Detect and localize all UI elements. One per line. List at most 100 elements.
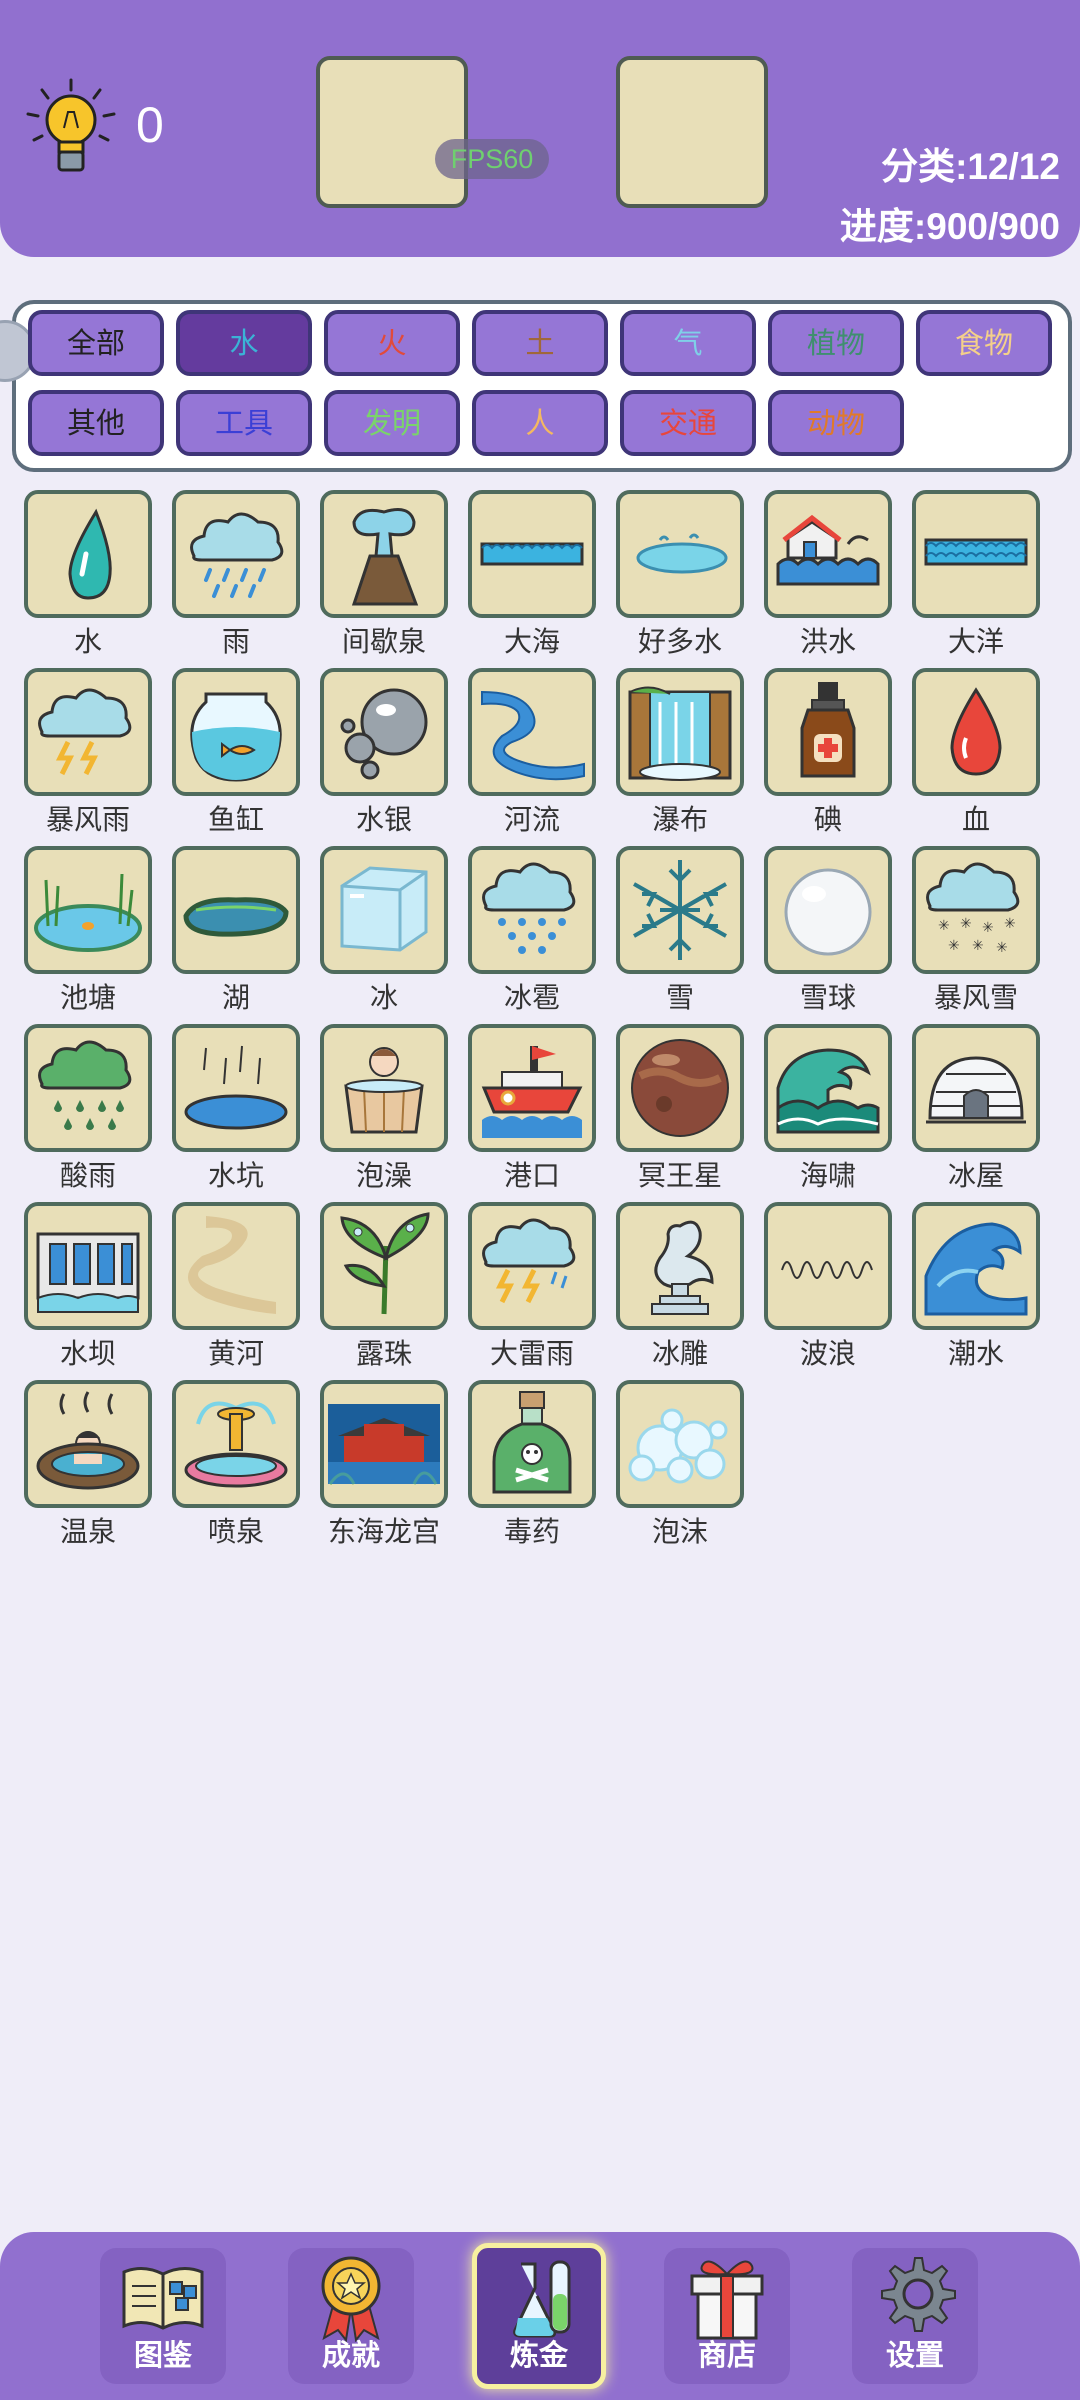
element-tile[interactable]: 好多水 bbox=[616, 490, 764, 668]
hot-spring-icon bbox=[24, 1380, 152, 1508]
element-tile[interactable]: 波浪 bbox=[764, 1202, 912, 1380]
element-label: 暴风雨 bbox=[45, 803, 130, 836]
element-tile[interactable]: 毒药 bbox=[468, 1380, 616, 1558]
element-tile[interactable]: 潮水 bbox=[912, 1202, 1060, 1380]
element-tile[interactable]: 瀑布 bbox=[616, 668, 764, 846]
element-label: 大雷雨 bbox=[489, 1337, 574, 1370]
element-tile[interactable]: 冰屋 bbox=[912, 1024, 1060, 1202]
nav-item-encyclopedia[interactable]: 图鉴 bbox=[100, 2248, 226, 2384]
svg-text:✳: ✳ bbox=[982, 920, 994, 936]
rain-cloud-icon bbox=[172, 490, 300, 618]
element-tile[interactable]: 海啸 bbox=[764, 1024, 912, 1202]
category-chip[interactable]: 动物 bbox=[768, 390, 904, 456]
element-tile[interactable]: 湖 bbox=[172, 846, 320, 1024]
foam-bubbles-icon bbox=[616, 1380, 744, 1508]
element-label: 湖 bbox=[221, 981, 250, 1014]
element-tile[interactable]: 洪水 bbox=[764, 490, 912, 668]
element-tile[interactable]: 大洋 bbox=[912, 490, 1060, 668]
element-tile[interactable]: 泡澡 bbox=[320, 1024, 468, 1202]
storm-icon bbox=[24, 668, 152, 796]
element-label: 黄河 bbox=[207, 1337, 264, 1370]
flask-icon bbox=[513, 2260, 571, 2338]
category-chip[interactable]: 交通 bbox=[620, 390, 756, 456]
category-chip[interactable]: 植物 bbox=[768, 310, 904, 376]
combine-slot-left[interactable] bbox=[316, 56, 468, 208]
element-tile[interactable]: 喷泉 bbox=[172, 1380, 320, 1558]
svg-text:✳: ✳ bbox=[972, 938, 984, 954]
puddle-icon bbox=[616, 490, 744, 618]
category-chip[interactable]: 气 bbox=[620, 310, 756, 376]
element-tile[interactable]: 露珠 bbox=[320, 1202, 468, 1380]
combine-slot-right[interactable] bbox=[616, 56, 768, 208]
category-chip[interactable]: 水 bbox=[176, 310, 312, 376]
element-tile[interactable]: 水银 bbox=[320, 668, 468, 846]
element-tile[interactable]: 冰雕 bbox=[616, 1202, 764, 1380]
pluto-icon bbox=[616, 1024, 744, 1152]
element-label: 波浪 bbox=[799, 1337, 856, 1370]
category-chip[interactable]: 其他 bbox=[28, 390, 164, 456]
element-tile[interactable]: 黄河 bbox=[172, 1202, 320, 1380]
element-label: 雪 bbox=[665, 981, 694, 1014]
element-tile[interactable]: 水坝 bbox=[24, 1202, 172, 1380]
element-label: 瀑布 bbox=[651, 803, 708, 836]
element-tile[interactable]: 雨 bbox=[172, 490, 320, 668]
nav-label: 设置 bbox=[885, 2338, 944, 2372]
element-label: 暴风雪 bbox=[933, 981, 1018, 1014]
element-tile[interactable]: 冥王星 bbox=[616, 1024, 764, 1202]
element-tile[interactable]: 港口 bbox=[468, 1024, 616, 1202]
blood-drop-icon bbox=[912, 668, 1040, 796]
element-tile[interactable]: 鱼缸 bbox=[172, 668, 320, 846]
element-label: 冥王星 bbox=[637, 1159, 722, 1192]
element-tile[interactable]: 水坑 bbox=[172, 1024, 320, 1202]
svg-text:✳: ✳ bbox=[996, 940, 1008, 956]
element-label: 大洋 bbox=[947, 625, 1004, 658]
ice-cube-icon bbox=[320, 846, 448, 974]
element-tile[interactable]: 雪 bbox=[616, 846, 764, 1024]
category-chip[interactable]: 土 bbox=[472, 310, 608, 376]
element-label: 血 bbox=[961, 803, 990, 836]
category-chip[interactable]: 全部 bbox=[28, 310, 164, 376]
dew-plant-icon bbox=[320, 1202, 448, 1330]
lake-icon bbox=[172, 846, 300, 974]
category-chip[interactable]: 工具 bbox=[176, 390, 312, 456]
element-tile[interactable]: 河流 bbox=[468, 668, 616, 846]
category-chip[interactable]: 食物 bbox=[916, 310, 1052, 376]
dragon-palace-icon bbox=[320, 1380, 448, 1508]
element-tile[interactable]: 大雷雨 bbox=[468, 1202, 616, 1380]
element-tile[interactable]: 泡沫 bbox=[616, 1380, 764, 1558]
element-label: 洪水 bbox=[799, 625, 856, 658]
category-chip[interactable]: 发明 bbox=[324, 390, 460, 456]
waterfall-icon bbox=[616, 668, 744, 796]
element-tile[interactable]: 暴风雨 bbox=[24, 668, 172, 846]
element-label: 潮水 bbox=[947, 1337, 1004, 1370]
tide-icon bbox=[912, 1202, 1040, 1330]
element-tile[interactable]: 血 bbox=[912, 668, 1060, 846]
category-chip[interactable]: 人 bbox=[472, 390, 608, 456]
nav-item-settings[interactable]: 设置 bbox=[852, 2248, 978, 2384]
element-tile[interactable]: 碘 bbox=[764, 668, 912, 846]
element-label: 港口 bbox=[503, 1159, 560, 1192]
thunderstorm-icon bbox=[468, 1202, 596, 1330]
element-tile[interactable]: 间歇泉 bbox=[320, 490, 468, 668]
nav-item-alchemy[interactable]: 炼金 bbox=[472, 2243, 606, 2389]
element-tile[interactable]: 水 bbox=[24, 490, 172, 668]
sea-icon bbox=[468, 490, 596, 618]
element-tile[interactable]: 酸雨 bbox=[24, 1024, 172, 1202]
element-tile[interactable]: 温泉 bbox=[24, 1380, 172, 1558]
element-label: 水坝 bbox=[59, 1337, 116, 1370]
element-tile[interactable]: 冰雹 bbox=[468, 846, 616, 1024]
element-tile[interactable]: 大海 bbox=[468, 490, 616, 668]
nav-item-shop[interactable]: 商店 bbox=[664, 2248, 790, 2384]
category-chip[interactable]: 火 bbox=[324, 310, 460, 376]
gift-icon bbox=[690, 2260, 764, 2340]
lightbulb-hint-icon[interactable] bbox=[22, 78, 120, 180]
harbor-ship-icon bbox=[468, 1024, 596, 1152]
nav-item-achievements[interactable]: 成就 bbox=[288, 2248, 414, 2384]
iodine-bottle-icon bbox=[764, 668, 892, 796]
element-tile[interactable]: 雪球 bbox=[764, 846, 912, 1024]
element-tile[interactable]: 冰 bbox=[320, 846, 468, 1024]
bath-icon bbox=[320, 1024, 448, 1152]
element-tile[interactable]: ✳ ✳ ✳ ✳ ✳ ✳ ✳ 暴风雪 bbox=[912, 846, 1060, 1024]
element-tile[interactable]: 池塘 bbox=[24, 846, 172, 1024]
element-tile[interactable]: 东海龙宫 bbox=[320, 1380, 468, 1558]
